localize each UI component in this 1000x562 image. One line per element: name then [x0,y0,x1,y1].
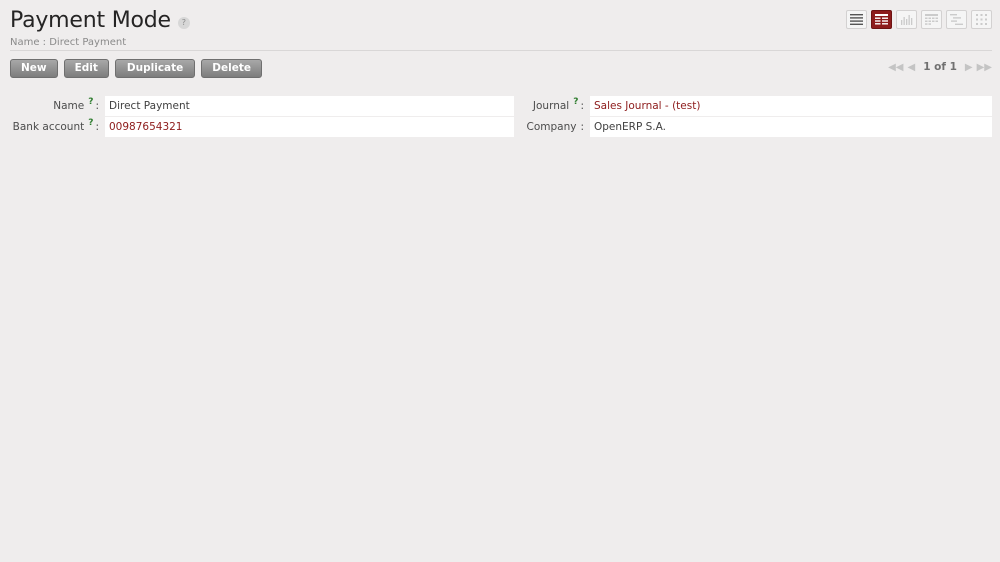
label-separator: : [95,100,99,112]
edit-button[interactable]: Edit [63,59,109,78]
new-button[interactable]: New [10,59,58,78]
title-wrap: Payment Mode ? [10,8,190,33]
first-page-icon[interactable]: ◀◀ [888,62,903,73]
bank-account-label: Bank account ? : [10,117,105,137]
name-label-text: Name [53,100,85,112]
kanban-view-icon [976,14,987,25]
gantt-view-button[interactable] [946,10,967,29]
name-label: Name ? : [10,96,105,116]
delete-button[interactable]: Delete [201,59,262,78]
name-field[interactable]: Direct Payment [105,96,514,116]
bank-account-label-text: Bank account [12,121,85,133]
graph-view-button[interactable] [896,10,917,29]
previous-page-icon[interactable]: ◀ [907,62,915,73]
calendar-view-icon [925,14,938,25]
last-page-icon[interactable]: ▶▶ [977,62,992,73]
help-icon[interactable]: ? [177,16,190,29]
journal-label: Journal ? : [518,96,590,116]
company-field[interactable]: OpenERP S.A. [590,117,992,137]
next-page-icon[interactable]: ▶ [965,62,973,73]
company-label-text: Company [526,121,577,133]
journal-label-text: Journal [532,100,570,112]
journal-link[interactable]: Sales Journal - (test) [590,96,992,116]
label-separator: : [580,100,584,112]
kanban-view-button[interactable] [971,10,992,29]
page-title: Payment Mode [10,8,171,33]
bank-account-link[interactable]: 00987654321 [105,117,514,137]
page-header: Payment Mode ? Name : Direct Payment [10,8,992,50]
form-row: Bank account ? : 00987654321 Company : O… [10,117,992,137]
label-separator: : [580,121,584,133]
form-view-button[interactable] [871,10,892,29]
gantt-view-icon [950,14,963,25]
duplicate-button[interactable]: Duplicate [114,59,196,78]
record-pager: ◀◀ ◀ 1 of 1 ▶ ▶▶ [888,61,992,73]
form-row: Name ? : Direct Payment Journal ? : Sale… [10,96,992,116]
label-separator: : [95,121,99,133]
record-form: Name ? : Direct Payment Journal ? : Sale… [10,96,992,138]
header-divider [10,50,992,51]
company-label: Company : [518,117,590,137]
calendar-view-button[interactable] [921,10,942,29]
help-icon[interactable]: ? [573,97,578,107]
list-view-icon [850,14,863,25]
form-view-icon [875,14,888,25]
help-icon[interactable]: ? [88,97,93,107]
graph-view-icon [901,15,913,25]
list-view-button[interactable] [846,10,867,29]
pager-count[interactable]: 1 of 1 [923,61,957,73]
action-toolbar: New Edit Duplicate Delete [10,59,262,78]
help-icon[interactable]: ? [88,118,93,128]
view-switcher [846,10,992,29]
record-subtitle: Name : Direct Payment [10,37,127,48]
